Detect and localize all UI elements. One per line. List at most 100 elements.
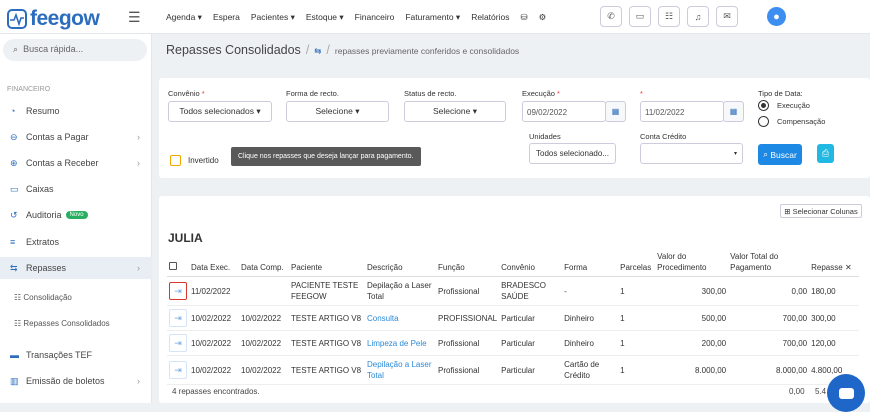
- unidades-select[interactable]: Todos selecionado...: [529, 143, 616, 164]
- col-header[interactable]: Forma: [562, 251, 619, 277]
- sidebar-item-label: Extratos: [26, 237, 60, 247]
- sidebar-item-repasses[interactable]: ⇆ Repasses ›: [0, 257, 152, 279]
- group-title: JULIA: [168, 231, 203, 245]
- nav-estoque[interactable]: Estoque ▾: [306, 12, 344, 23]
- col-header[interactable]: Data Comp.: [239, 251, 289, 277]
- cell-comp: [239, 276, 289, 306]
- card-icon: ▬: [10, 350, 19, 360]
- cell-forma: Cartão de Crédito: [562, 355, 619, 385]
- tasks-icon[interactable]: ☷: [658, 6, 680, 27]
- sidebar-section-title: FINANCEIRO: [7, 86, 51, 93]
- calendar-icon[interactable]: ▦: [605, 101, 626, 122]
- forma-select[interactable]: Selecione ▾: [286, 101, 389, 122]
- unidades-label: Unidades: [529, 132, 561, 141]
- cell-descricao[interactable]: Consulta: [365, 305, 436, 331]
- col-header[interactable]: Paciente: [289, 251, 365, 277]
- database-icon[interactable]: ⛁: [520, 12, 527, 23]
- sign-in-icon[interactable]: ⇥: [169, 282, 187, 300]
- sidebar-item-extratos[interactable]: ≡ Extratos: [0, 231, 152, 253]
- col-header[interactable]: Data Exec.: [189, 251, 239, 277]
- sidebar-item-label: Emissão de boletos: [26, 376, 105, 386]
- inbox-icon[interactable]: ▭: [629, 6, 651, 27]
- radio-execucao[interactable]: Execução: [758, 100, 810, 111]
- sidebar-item-label: Contas a Receber: [26, 158, 99, 168]
- sign-in-icon[interactable]: ⇥: [169, 334, 187, 352]
- select-all-header[interactable]: [167, 251, 189, 277]
- table-row[interactable]: ⇥ 10/02/2022 10/02/2022 TESTE ARTIGO V8 …: [167, 355, 860, 385]
- cell-exec: 10/02/2022: [189, 330, 239, 356]
- nav-pacientes[interactable]: Pacientes ▾: [251, 12, 295, 23]
- col-header[interactable]: Repasse ✕: [809, 251, 860, 277]
- chevron-right-icon: ›: [137, 376, 140, 386]
- col-header[interactable]: Descrição: [365, 251, 436, 277]
- quick-search-input[interactable]: ⌕ Busca rápida...: [3, 39, 147, 61]
- col-header[interactable]: Valor do Procedimento: [655, 251, 729, 277]
- sidebar-item-auditoria[interactable]: ↺ Auditoria Novo: [0, 204, 152, 226]
- sidebar-item-caixas[interactable]: ▭ Caixas: [0, 178, 152, 200]
- cell-descricao[interactable]: Limpeza de Pele: [365, 330, 436, 356]
- tipo-data-label: Tipo de Data:: [758, 89, 803, 98]
- cell-forma: Dinheiro: [562, 330, 619, 356]
- invertido-label: Invertido: [188, 156, 219, 165]
- radio-selected-icon: [758, 100, 769, 111]
- convenio-select[interactable]: Todos selecionados ▾: [168, 101, 272, 122]
- sidebar-item-tef[interactable]: ▬ Transações TEF: [0, 344, 152, 366]
- status-label: Status de recto.: [404, 89, 457, 98]
- invertido-checkbox[interactable]: [170, 155, 181, 166]
- col-header[interactable]: Valor Total do Pagamento: [728, 251, 810, 277]
- col-header[interactable]: Função: [436, 251, 500, 277]
- sign-in-icon[interactable]: ⇥: [169, 361, 187, 379]
- cell-descricao[interactable]: Depilação a Laser Total: [365, 355, 436, 385]
- checkbox-icon[interactable]: [169, 262, 177, 270]
- table-row[interactable]: ⇥ 10/02/2022 10/02/2022 TESTE ARTIGO V8 …: [167, 330, 860, 356]
- conta-select[interactable]: ▾: [640, 143, 743, 164]
- cash-icon: ▭: [10, 183, 19, 194]
- col-header[interactable]: Convênio: [499, 251, 563, 277]
- nav-agenda[interactable]: Agenda ▾: [166, 12, 202, 23]
- transfer-icon: ⇆: [314, 46, 322, 56]
- col-header[interactable]: Parcelas: [618, 251, 656, 277]
- nav-faturamento[interactable]: Faturamento ▾: [405, 12, 460, 23]
- printer-icon: ⎙: [821, 148, 830, 158]
- nav-espera[interactable]: Espera: [213, 12, 240, 23]
- table-row[interactable]: ⇥ 11/02/2022 PACIENTE TESTE FEEGOW Depil…: [167, 276, 860, 306]
- button-label: Selecionar Colunas: [792, 206, 858, 216]
- close-icon[interactable]: ✕: [845, 263, 852, 272]
- select-columns-button[interactable]: ⊞ Selecionar Colunas: [780, 204, 862, 218]
- cell-forma: -: [562, 276, 619, 306]
- breadcrumb: Repasses Consolidados / ⇆ / repasses previam…: [166, 43, 519, 57]
- user-avatar[interactable]: ●: [767, 7, 786, 26]
- table-row[interactable]: ⇥ 10/02/2022 10/02/2022 TESTE ARTIGO V8 …: [167, 305, 860, 331]
- nav-financeiro[interactable]: Financeiro: [355, 12, 395, 23]
- bell-icon[interactable]: ♫: [687, 6, 709, 27]
- label-text: Convênio: [168, 89, 200, 98]
- sidebar-item-boletos[interactable]: ▥ Emissão de boletos ›: [0, 370, 152, 392]
- nav-relatorios[interactable]: Relatórios: [471, 12, 509, 23]
- date-end-input[interactable]: 11/02/2022: [640, 101, 724, 122]
- sum-repasse: 5.4: [815, 387, 827, 396]
- gear-icon[interactable]: ⚙: [539, 12, 547, 23]
- cell-funcao: PROFISSIONAL: [436, 305, 500, 331]
- sidebar-item-label: Caixas: [26, 184, 54, 194]
- radio-compensacao[interactable]: Compensação: [758, 116, 825, 127]
- cell-comp: 10/02/2022: [239, 305, 289, 331]
- results-table: Data Exec. Data Comp. Paciente Descrição…: [167, 251, 860, 385]
- phone-icon[interactable]: ✆: [600, 6, 622, 27]
- sign-in-icon[interactable]: ⇥: [169, 309, 187, 327]
- sidebar-subitem-repasses-consolidados[interactable]: ☷ Repasses Consolidados: [14, 319, 110, 328]
- menu-toggle-icon[interactable]: ☰: [128, 9, 141, 26]
- logo[interactable]: feegow: [7, 7, 100, 31]
- sidebar-item-contas-receber[interactable]: ⊕ Contas a Receber ›: [0, 152, 152, 174]
- cell-descricao: Depilação a Laser Total: [365, 276, 436, 306]
- print-button[interactable]: ⎙: [817, 144, 834, 163]
- status-select[interactable]: Selecione ▾: [404, 101, 506, 122]
- sidebar-subitem-consolidacao[interactable]: ☷ Consolidação: [14, 293, 72, 302]
- calendar-icon[interactable]: ▦: [723, 101, 744, 122]
- logo-text: feegow: [30, 7, 100, 30]
- sidebar-item-resumo[interactable]: ◔ Resumo: [0, 100, 152, 122]
- buscar-button[interactable]: ⌕ Buscar: [758, 144, 802, 165]
- chat-widget-button[interactable]: [827, 374, 865, 412]
- chat-icon[interactable]: ✉: [716, 6, 738, 27]
- sidebar-item-contas-pagar[interactable]: ⊖ Contas a Pagar ›: [0, 126, 152, 148]
- date-start-input[interactable]: 09/02/2022: [522, 101, 606, 122]
